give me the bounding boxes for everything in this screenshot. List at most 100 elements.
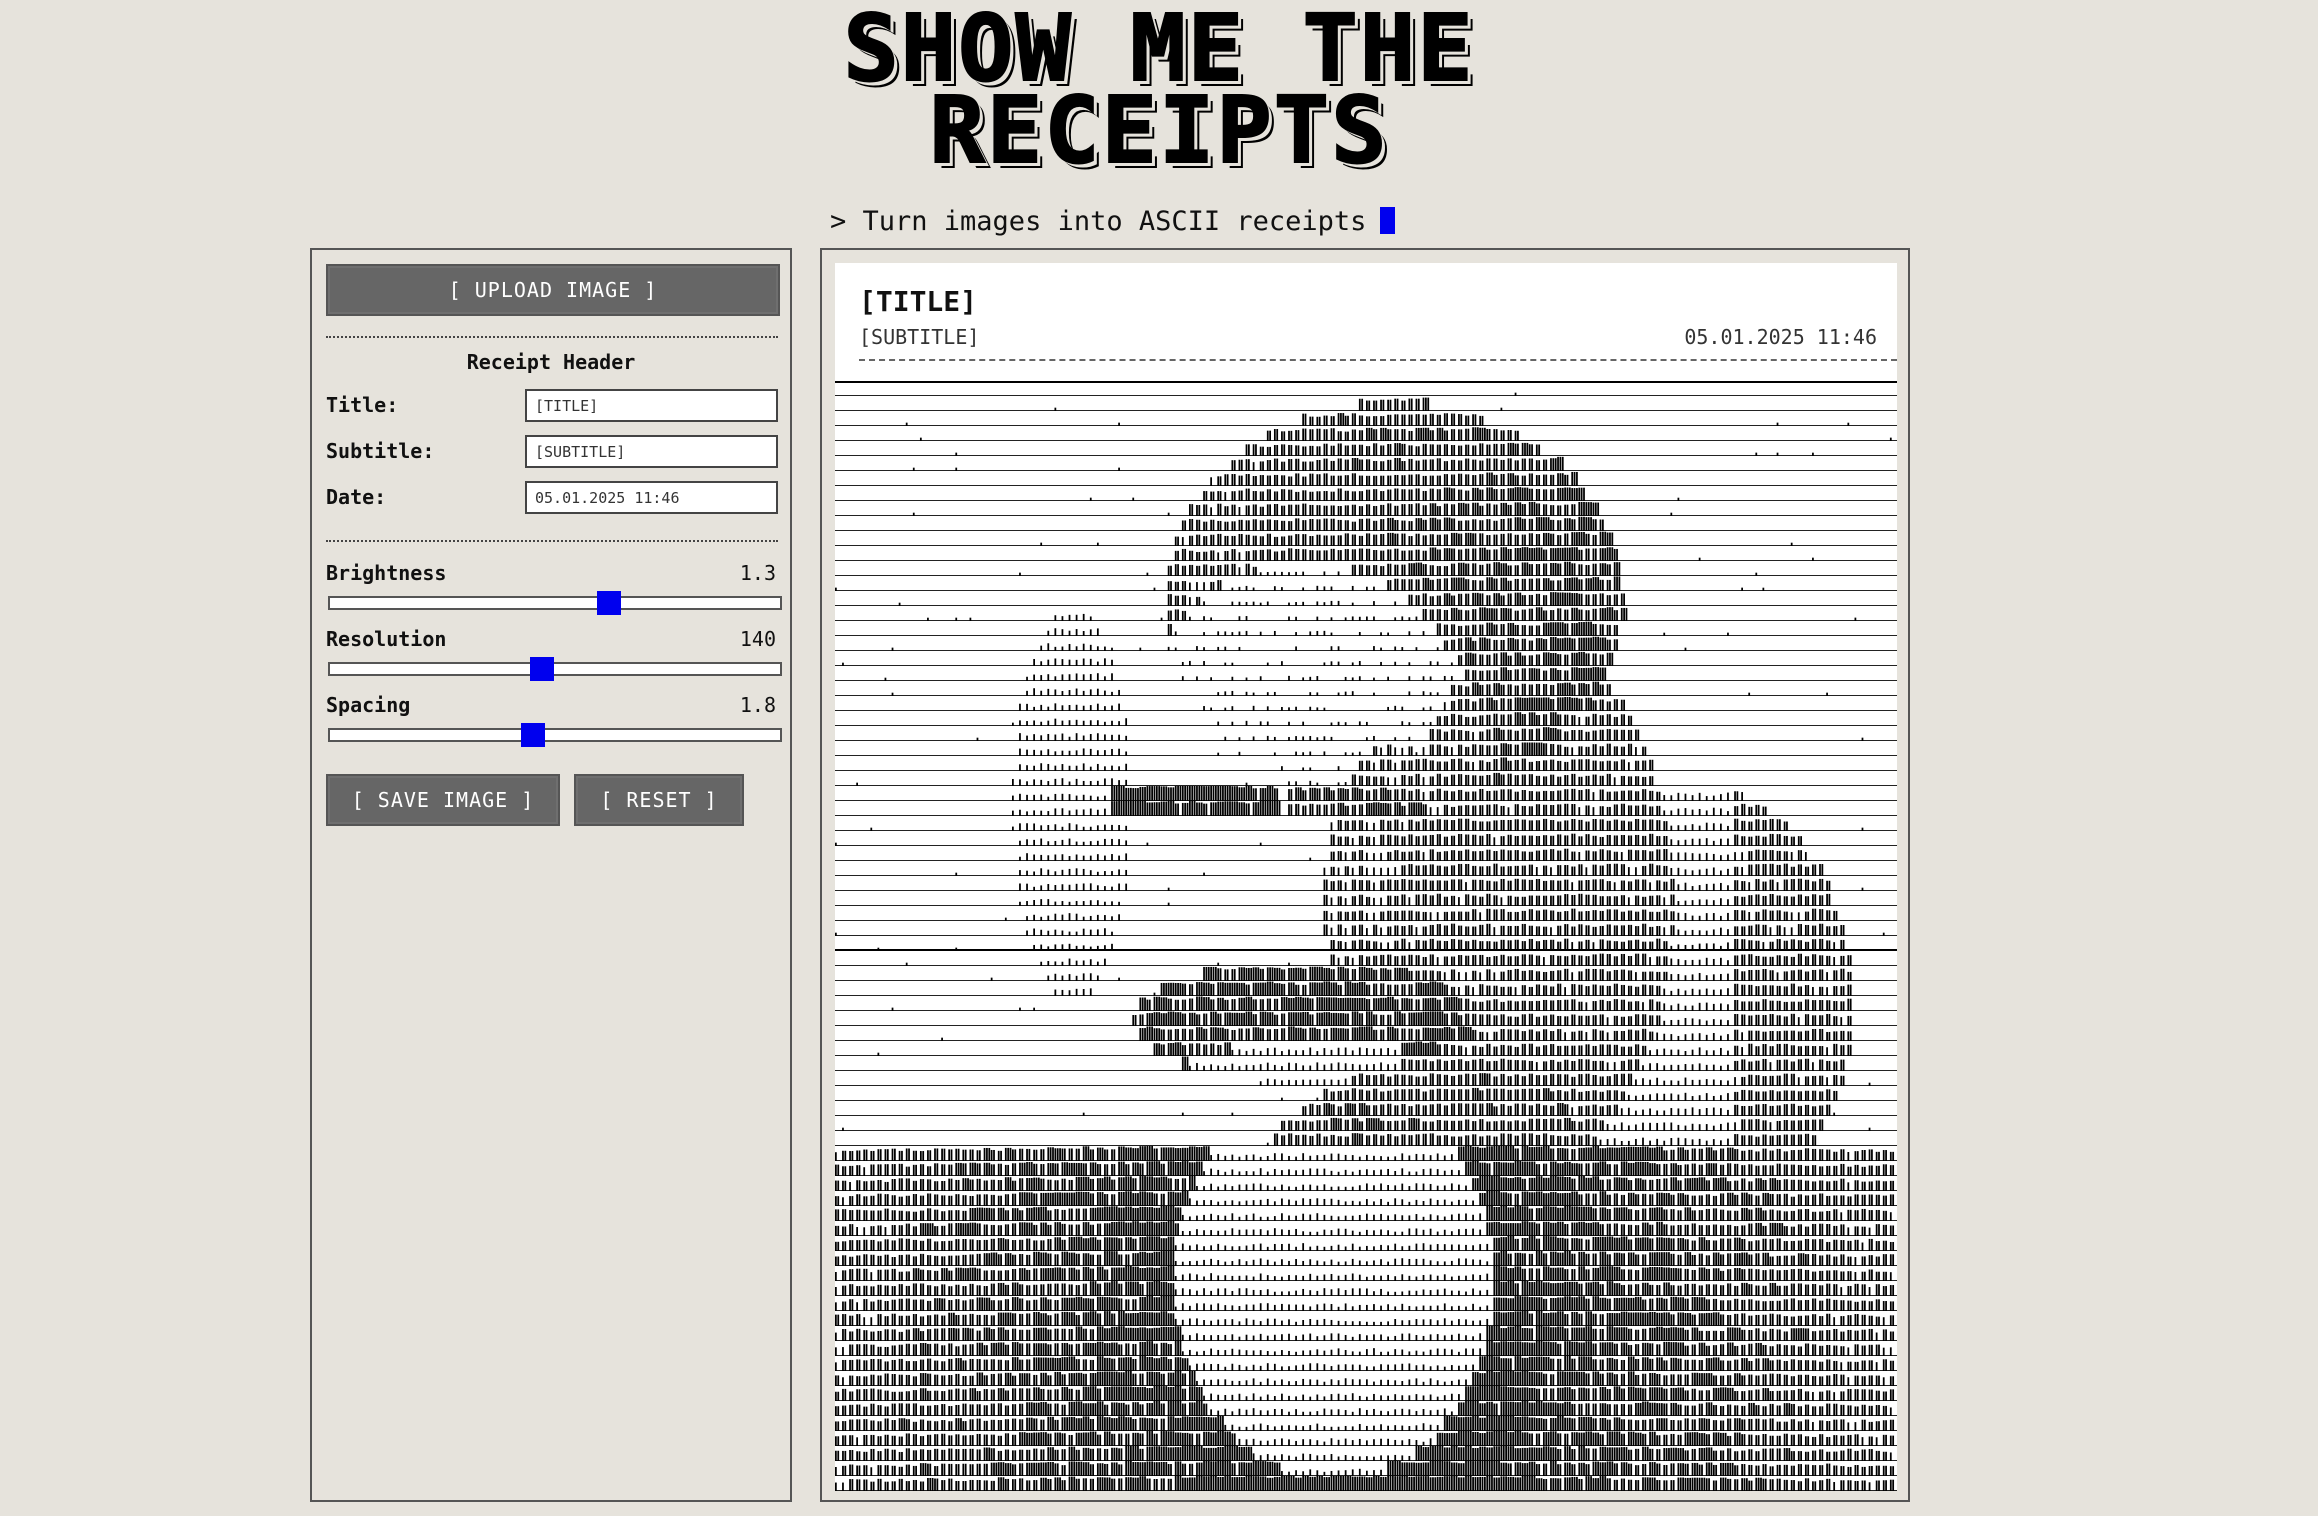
ascii-row: [835, 1266, 1897, 1281]
app-title: SHOW ME THE RECEIPTS: [0, 2, 2318, 178]
ascii-row: [835, 1176, 1897, 1191]
ascii-row: [835, 818, 1897, 831]
ascii-row: [835, 1371, 1897, 1386]
ascii-row: [835, 1341, 1897, 1356]
ascii-row: [835, 547, 1897, 561]
ascii-row: [835, 681, 1897, 696]
ascii-row: [835, 397, 1897, 411]
receipt-title: [TITLE]: [859, 285, 978, 318]
ascii-row: [835, 893, 1897, 906]
ascii-row: [835, 501, 1897, 516]
ascii-row: [835, 487, 1897, 501]
ascii-row: [835, 1296, 1897, 1311]
receipt-divider: [859, 359, 1897, 361]
ascii-row: [835, 1356, 1897, 1371]
ascii-row: [835, 471, 1897, 486]
divider: [326, 540, 778, 542]
ascii-row: [835, 966, 1897, 981]
ascii-row: [835, 392, 1897, 396]
upload-image-button[interactable]: [ UPLOAD IMAGE ]: [326, 264, 780, 316]
ascii-row: [835, 592, 1897, 606]
ascii-row: [835, 1087, 1897, 1101]
ascii-row: [835, 1191, 1897, 1206]
ascii-row: [835, 742, 1897, 756]
ascii-row: [835, 923, 1897, 936]
ascii-row: [835, 1041, 1897, 1056]
ascii-row: [835, 1026, 1897, 1041]
ascii-row: [835, 1446, 1897, 1461]
ascii-row: [835, 1206, 1897, 1221]
ascii-row: [835, 636, 1897, 651]
date-input[interactable]: [525, 481, 778, 514]
ascii-row: [835, 1476, 1897, 1491]
ascii-row: [835, 1401, 1897, 1416]
ascii-row: [835, 1311, 1897, 1326]
brightness-slider-thumb[interactable]: [597, 591, 621, 615]
controls-panel: [ UPLOAD IMAGE ] Receipt Header Title: S…: [310, 248, 792, 1502]
receipt-date: 05.01.2025 11:46: [1684, 325, 1877, 349]
resolution-value: 140: [739, 627, 776, 651]
ascii-row: [835, 1221, 1897, 1236]
spacing-label: Spacing: [326, 693, 411, 717]
ascii-row: [835, 651, 1897, 666]
tagline: > Turn images into ASCII receipts: [830, 206, 1396, 237]
subtitle-input[interactable]: [525, 435, 778, 468]
title-label: Title:: [326, 393, 399, 417]
ascii-row: [835, 1133, 1897, 1146]
spacing-slider[interactable]: [328, 723, 782, 747]
title-input[interactable]: [525, 389, 778, 422]
ascii-row: [835, 1236, 1897, 1251]
ascii-row: [835, 1103, 1897, 1116]
ascii-row: [835, 456, 1897, 471]
brightness-value: 1.3: [739, 561, 776, 585]
resolution-slider-thumb[interactable]: [529, 657, 554, 681]
ascii-row: [835, 908, 1897, 921]
blinking-cursor-icon: [1380, 207, 1396, 234]
brightness-label: Brightness: [326, 561, 447, 585]
receipt-header-section-title: Receipt Header: [466, 350, 636, 374]
ascii-row: [835, 757, 1897, 771]
ascii-row: [835, 561, 1897, 576]
ascii-row: [835, 442, 1897, 456]
ascii-row: [835, 712, 1897, 726]
ascii-row: [835, 953, 1897, 966]
ascii-row: [835, 667, 1897, 681]
ascii-row: [835, 1416, 1897, 1431]
ascii-row: [835, 1326, 1897, 1341]
ascii-row: [835, 413, 1897, 426]
ascii-row: [835, 697, 1897, 711]
ascii-row: [835, 1146, 1897, 1161]
ascii-row: [835, 516, 1897, 531]
ascii-row: [835, 607, 1897, 621]
ascii-row: [835, 772, 1897, 786]
receipt-preview-panel: [TITLE] [SUBTITLE] 05.01.2025 11:46: [820, 248, 1910, 1502]
ascii-row: [835, 863, 1897, 876]
ascii-row: [835, 1073, 1897, 1086]
tagline-text: > Turn images into ASCII receipts: [830, 206, 1367, 237]
receipt-paper: [TITLE] [SUBTITLE] 05.01.2025 11:46: [835, 263, 1897, 1491]
ascii-row: [835, 878, 1897, 891]
resolution-label: Resolution: [326, 627, 447, 651]
ascii-row: [835, 1161, 1897, 1176]
ascii-row: [835, 576, 1897, 591]
ascii-row: [835, 981, 1897, 996]
ascii-row: [835, 727, 1897, 741]
receipt-subtitle: [SUBTITLE]: [859, 325, 980, 349]
ascii-row: [835, 1461, 1897, 1476]
receipt-rule: [835, 381, 1897, 383]
reset-button[interactable]: [ RESET ]: [574, 774, 744, 826]
ascii-row: [835, 1011, 1897, 1026]
subtitle-label: Subtitle:: [326, 439, 435, 463]
ascii-row: [835, 1117, 1897, 1131]
brightness-slider[interactable]: [328, 591, 782, 615]
ascii-row: [835, 833, 1897, 846]
save-image-button[interactable]: [ SAVE IMAGE ]: [326, 774, 560, 826]
spacing-slider-thumb[interactable]: [520, 723, 545, 747]
ascii-row: [835, 1251, 1897, 1266]
ascii-row: [835, 1281, 1897, 1296]
ascii-row: [835, 531, 1897, 546]
ascii-row: [835, 1386, 1897, 1401]
ascii-row: [835, 1056, 1897, 1071]
resolution-slider[interactable]: [328, 657, 782, 681]
ascii-row: [835, 427, 1897, 441]
